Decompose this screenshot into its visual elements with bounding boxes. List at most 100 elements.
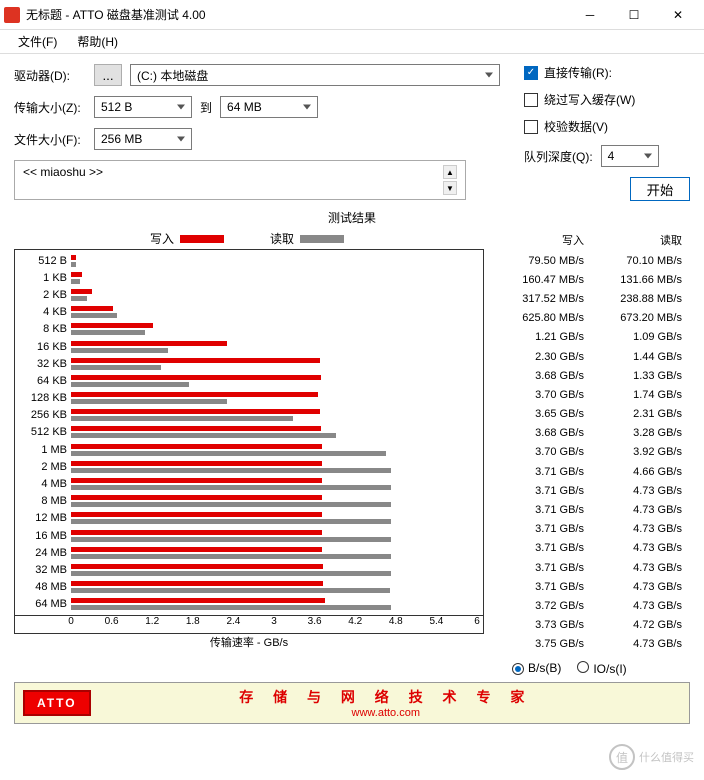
bar-read	[71, 537, 391, 542]
bar-write	[71, 289, 92, 294]
chart-row: 16 MB	[15, 527, 483, 544]
cell-read: 3.92 GB/s	[592, 444, 688, 461]
y-tick-label: 256 KB	[15, 409, 71, 421]
y-tick-label: 64 KB	[15, 375, 71, 387]
table-row: 3.71 GB/s4.73 GB/s	[494, 578, 688, 595]
bypass-cache-label: 绕过写入缓存(W)	[544, 91, 635, 108]
cell-write: 3.71 GB/s	[494, 559, 590, 576]
browse-button[interactable]: ...	[94, 64, 122, 86]
table-row: 3.72 GB/s4.73 GB/s	[494, 597, 688, 614]
legend-read-swatch	[300, 235, 344, 243]
unit-io-radio[interactable]: IO/s(I)	[577, 661, 626, 676]
y-tick-label: 512 B	[15, 255, 71, 267]
file-size-select[interactable]: 256 MB	[94, 128, 192, 150]
cell-read: 2.31 GB/s	[592, 406, 688, 423]
menu-help[interactable]: 帮助(H)	[67, 31, 128, 52]
queue-depth-label: 队列深度(Q):	[524, 148, 593, 165]
chart-row: 16 KB	[15, 338, 483, 355]
bar-write	[71, 598, 325, 603]
queue-depth-select[interactable]: 4	[601, 145, 659, 167]
bar-write	[71, 375, 321, 380]
atto-logo: ATTO	[23, 690, 91, 716]
table-row: 2.30 GB/s1.44 GB/s	[494, 348, 688, 365]
footer-url: www.atto.com	[91, 707, 681, 719]
bar-read	[71, 554, 391, 559]
cell-write: 1.21 GB/s	[494, 329, 590, 346]
y-tick-label: 128 KB	[15, 392, 71, 404]
bar-read	[71, 262, 76, 267]
cell-read: 4.73 GB/s	[592, 540, 688, 557]
y-tick-label: 64 MB	[15, 598, 71, 610]
description-box[interactable]: << miaoshu >> ▲ ▼	[14, 160, 466, 200]
scroll-up-icon[interactable]: ▲	[443, 165, 457, 179]
x-tick-label: 0	[68, 616, 74, 627]
cell-write: 3.68 GB/s	[494, 425, 590, 442]
cell-read: 1.33 GB/s	[592, 367, 688, 384]
chart-row: 256 KB	[15, 407, 483, 424]
bypass-cache-checkbox[interactable]	[524, 93, 538, 107]
table-row: 3.71 GB/s4.73 GB/s	[494, 482, 688, 499]
cell-read: 4.73 GB/s	[592, 636, 688, 653]
table-write-header: 写入	[494, 232, 590, 250]
maximize-button[interactable]: ☐	[612, 1, 656, 29]
table-row: 3.65 GB/s2.31 GB/s	[494, 406, 688, 423]
cell-read: 4.73 GB/s	[592, 521, 688, 538]
description-text: << miaoshu >>	[23, 165, 103, 179]
table-row: 160.47 MB/s131.66 MB/s	[494, 271, 688, 288]
transfer-to-select[interactable]: 64 MB	[220, 96, 318, 118]
x-tick-label: 2.4	[226, 616, 240, 627]
chart-row: 1 MB	[15, 441, 483, 458]
direct-io-checkbox[interactable]: ✓	[524, 66, 538, 80]
transfer-from-select[interactable]: 512 B	[94, 96, 192, 118]
cell-write: 3.71 GB/s	[494, 463, 590, 480]
legend-write-swatch	[180, 235, 224, 243]
bar-write	[71, 358, 320, 363]
verify-data-checkbox[interactable]	[524, 120, 538, 134]
watermark: 值 什么值得买	[609, 744, 694, 770]
bar-write	[71, 581, 323, 586]
chart-row: 4 MB	[15, 475, 483, 492]
legend-write-label: 写入	[150, 230, 174, 247]
unit-bs-radio[interactable]: B/s(B)	[512, 661, 561, 675]
bar-write	[71, 461, 322, 466]
results-title: 测试结果	[14, 209, 690, 226]
table-row: 3.71 GB/s4.73 GB/s	[494, 559, 688, 576]
table-row: 3.68 GB/s3.28 GB/s	[494, 425, 688, 442]
y-tick-label: 32 MB	[15, 564, 71, 576]
table-row: 3.71 GB/s4.73 GB/s	[494, 521, 688, 538]
bar-write	[71, 530, 322, 535]
cell-read: 4.72 GB/s	[592, 617, 688, 634]
x-tick-label: 4.2	[348, 616, 362, 627]
bar-write	[71, 478, 322, 483]
chart-row: 32 MB	[15, 561, 483, 578]
bar-read	[71, 330, 145, 335]
start-button[interactable]: 开始	[630, 177, 690, 201]
chart-row: 128 KB	[15, 390, 483, 407]
minimize-button[interactable]: ─	[568, 1, 612, 29]
y-tick-label: 16 KB	[15, 341, 71, 353]
table-row: 3.71 GB/s4.66 GB/s	[494, 463, 688, 480]
close-button[interactable]: ✕	[656, 1, 700, 29]
y-tick-label: 2 KB	[15, 289, 71, 301]
y-tick-label: 8 MB	[15, 495, 71, 507]
cell-write: 625.80 MB/s	[494, 310, 590, 327]
drive-label: 驱动器(D):	[14, 67, 94, 84]
cell-write: 3.75 GB/s	[494, 636, 590, 653]
chart-row: 4 KB	[15, 304, 483, 321]
chart-plot: 512 B1 KB2 KB4 KB8 KB16 KB32 KB64 KB128 …	[14, 249, 484, 634]
y-tick-label: 24 MB	[15, 547, 71, 559]
cell-write: 3.71 GB/s	[494, 540, 590, 557]
bar-read	[71, 588, 390, 593]
table-row: 3.70 GB/s1.74 GB/s	[494, 386, 688, 403]
bar-read	[71, 433, 336, 438]
chart-row: 24 MB	[15, 544, 483, 561]
app-icon	[4, 7, 20, 23]
legend-read-label: 读取	[270, 230, 294, 247]
menu-file[interactable]: 文件(F)	[8, 31, 67, 52]
chart-row: 12 MB	[15, 510, 483, 527]
bar-read	[71, 519, 391, 524]
scroll-down-icon[interactable]: ▼	[443, 181, 457, 195]
drive-select[interactable]: (C:) 本地磁盘	[130, 64, 500, 86]
bar-write	[71, 495, 322, 500]
chart-row: 64 KB	[15, 372, 483, 389]
